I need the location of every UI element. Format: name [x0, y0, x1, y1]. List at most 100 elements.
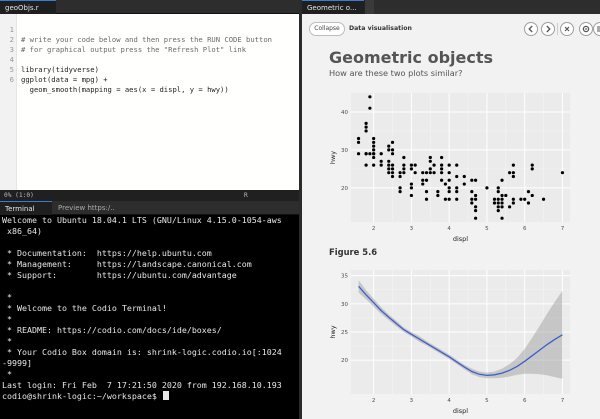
scatter-point — [500, 197, 504, 201]
scatter-point — [402, 167, 406, 171]
scatter-point — [492, 201, 497, 205]
scatter-point — [455, 174, 459, 179]
x-tick-label: 5 — [485, 226, 489, 232]
terminal-line: * — [2, 292, 12, 302]
scatter-point — [428, 171, 432, 175]
page-title: Geometric objects — [329, 48, 494, 67]
scatter-point — [507, 171, 512, 175]
scatter-point — [440, 155, 444, 160]
guide-panel: Collapse Data visualisation Geometric ob… — [302, 14, 600, 419]
scatter-point — [409, 167, 414, 171]
scatter-point — [470, 197, 474, 201]
scatter-point — [372, 163, 376, 167]
x-tick-label: 5 — [485, 398, 489, 404]
scatter-point — [447, 171, 451, 175]
terminal[interactable]: Welcome to Ubuntu 18.04.1 LTS (GNU/Linux… — [0, 215, 299, 419]
code-line[interactable]: 2 # for graphical output press the "Refr… — [0, 25, 299, 54]
chevron-right-icon[interactable] — [541, 22, 555, 36]
scatter-point — [424, 190, 429, 194]
guide-tab-bar: Geometric o... — [302, 0, 600, 14]
scatter-point — [530, 193, 534, 198]
terminal-line: * Documentation: https://help.ubuntu.com — [2, 248, 212, 258]
scatter-point — [511, 174, 515, 179]
scatter-point — [447, 197, 451, 201]
scatter-point — [496, 190, 500, 194]
close-icon[interactable] — [560, 22, 574, 36]
scatter-point — [398, 171, 402, 175]
tab-preview[interactable]: Preview https:/... — [53, 201, 115, 215]
terminal-line: * — [2, 369, 12, 379]
x-axis-label: displ — [453, 235, 468, 243]
x-tick-label: 4 — [447, 226, 451, 232]
scatter-point — [447, 163, 451, 167]
code-line[interactable]: 3 — [0, 35, 299, 54]
scatter-point — [398, 174, 402, 179]
code-editor[interactable]: 1 # write your code below and then press… — [0, 14, 299, 190]
y-tick-label: 35 — [341, 274, 348, 280]
figure-label: Figure 5.6 — [329, 247, 378, 257]
tab-geoobjs-r[interactable]: geoObjs.r — [0, 0, 56, 14]
scatter-point — [390, 174, 395, 179]
code-line[interactable]: 6 geom_smooth(mapping = aes(x = displ, y… — [0, 65, 299, 94]
x-tick-label: 3 — [410, 226, 414, 232]
scatter-point — [496, 205, 500, 209]
scatter-point — [372, 155, 376, 160]
x-tick-label: 2 — [372, 226, 376, 232]
scatter-point — [474, 209, 478, 213]
scatter-point — [409, 186, 414, 190]
scatter-plot: 2 3 4 5 6 7 20 30 40 displ hwy — [329, 93, 570, 243]
tab-geometric-objects[interactable]: Geometric o... — [302, 0, 364, 14]
scatter-point — [470, 178, 474, 182]
scatter-point — [356, 152, 361, 156]
scatter-point — [474, 197, 478, 201]
collapse-button[interactable]: Collapse — [309, 22, 345, 36]
terminal-prompt: codio@shrink-logic:~/workspace$ — [2, 391, 162, 401]
scatter-point — [387, 171, 391, 175]
scatter-point — [390, 152, 395, 156]
scatter-point — [424, 178, 429, 182]
terminal-prompt-line[interactable]: codio@shrink-logic:~/workspace$ — [2, 391, 169, 402]
y-tick-label: 20 — [341, 186, 348, 192]
scatter-point — [447, 178, 451, 182]
editor-tab-label: geoObjs.r — [5, 4, 39, 12]
x-tick-label: 6 — [523, 398, 527, 404]
line-number: 6 — [9, 75, 14, 84]
code-line[interactable]: 1 # write your code below and then press… — [0, 15, 299, 44]
scatter-point — [372, 140, 376, 144]
scatter-point — [356, 140, 361, 144]
tab-terminal[interactable]: Terminal — [0, 201, 52, 215]
scatter-point — [470, 190, 474, 194]
editor-tab-bar: geoObjs.r — [0, 0, 299, 14]
scatter-point — [500, 178, 504, 182]
language-mode[interactable]: R — [244, 190, 248, 201]
y-tick-label: 20 — [341, 358, 348, 364]
scatter-point — [409, 182, 414, 186]
chevron-left-icon[interactable] — [524, 22, 538, 36]
x-tick-label: 3 — [410, 398, 414, 404]
gear-icon[interactable] — [579, 22, 593, 36]
guide-pane: Geometric o... Collapse Data visualisati… — [302, 0, 600, 419]
guide-tab-label: Geometric o... — [307, 4, 357, 12]
editor-status-bar: 0% (1:0) R — [0, 190, 299, 201]
scatter-point — [511, 197, 515, 201]
terminal-tab-label: Terminal — [5, 205, 35, 213]
scatter-point — [424, 197, 429, 201]
code-line[interactable]: 4 library(tidyverse) — [0, 45, 299, 74]
scatter-point — [379, 152, 383, 156]
scatter-point — [402, 155, 406, 160]
scatter-point — [379, 163, 383, 167]
scatter-point — [447, 186, 451, 190]
scatter-point — [398, 190, 402, 194]
y-axis-label: hwy — [329, 151, 337, 164]
hamburger-menu-icon[interactable] — [593, 22, 600, 36]
scatter-point — [474, 193, 478, 198]
scatter-point — [496, 209, 500, 213]
y-tick-label: 30 — [341, 302, 348, 308]
scatter-point — [372, 148, 376, 152]
left-pane: geoObjs.r 1 # write your code below and … — [0, 0, 299, 419]
code-line[interactable]: 5 ggplot(data = mpg) + — [0, 55, 299, 84]
cursor-position: 0% (1:0) — [4, 192, 34, 199]
scatter-point — [496, 201, 500, 205]
scatter-point — [364, 125, 368, 129]
tab-extra[interactable] — [364, 0, 374, 14]
